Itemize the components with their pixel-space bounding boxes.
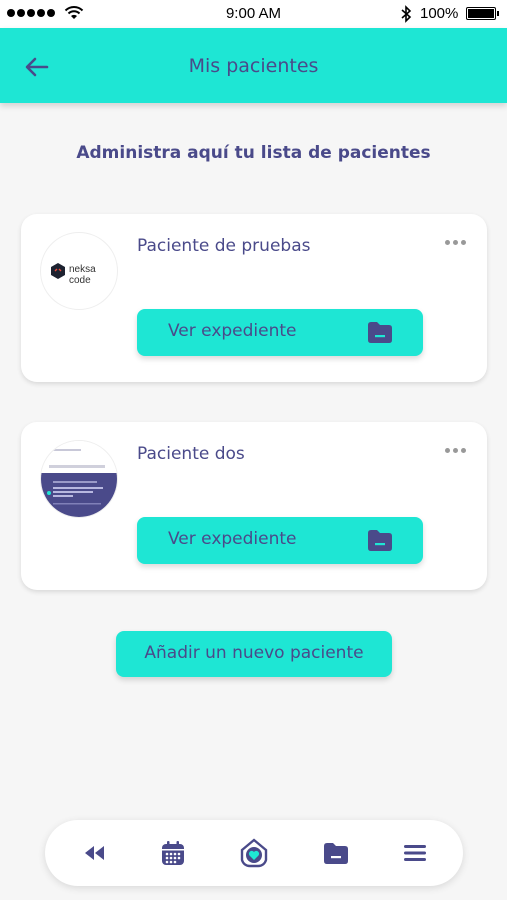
view-record-label: Ver expediente [168,529,297,549]
dot-icon [452,447,458,453]
logo-icon [51,263,65,279]
avatar: neksa code [40,232,118,310]
more-options-button[interactable] [443,442,467,458]
rewind-icon[interactable] [81,839,109,867]
battery-icon [466,7,499,20]
bluetooth-icon [401,5,412,23]
avatar-logo-text: neksa code [69,264,96,286]
app-header: Mis pacientes [0,28,507,103]
dot-icon [452,239,458,245]
page-subtitle: Administra aquí tu lista de pacientes [76,143,431,163]
add-patient-button[interactable]: Añadir un nuevo paciente [116,631,392,677]
dot-icon [460,239,466,245]
folder-icon[interactable] [322,839,350,867]
view-record-button[interactable]: Ver expediente [137,517,423,564]
dot-icon [444,447,450,453]
avatar [40,440,118,518]
patient-name: Paciente dos [137,444,245,464]
battery-percent: 100% [420,5,459,22]
folder-icon [368,530,392,551]
patient-card: neksa code Paciente de pruebas Ver exped… [21,214,487,382]
bottom-nav [45,820,463,886]
dot-icon [460,447,466,453]
status-bar: 9:00 AM 100% [0,0,507,28]
view-record-button[interactable]: Ver expediente [137,309,423,356]
view-record-label: Ver expediente [168,321,297,341]
patient-card: Paciente dos Ver expediente [21,422,487,590]
calendar-icon[interactable] [159,839,187,867]
folder-icon [368,322,392,343]
home-heart-icon[interactable] [238,836,270,868]
menu-icon[interactable] [401,839,429,867]
avatar-image [41,441,117,517]
patient-name: Paciente de pruebas [137,236,311,256]
dot-icon [444,239,450,245]
more-options-button[interactable] [443,234,467,250]
page-title: Mis pacientes [188,55,319,77]
